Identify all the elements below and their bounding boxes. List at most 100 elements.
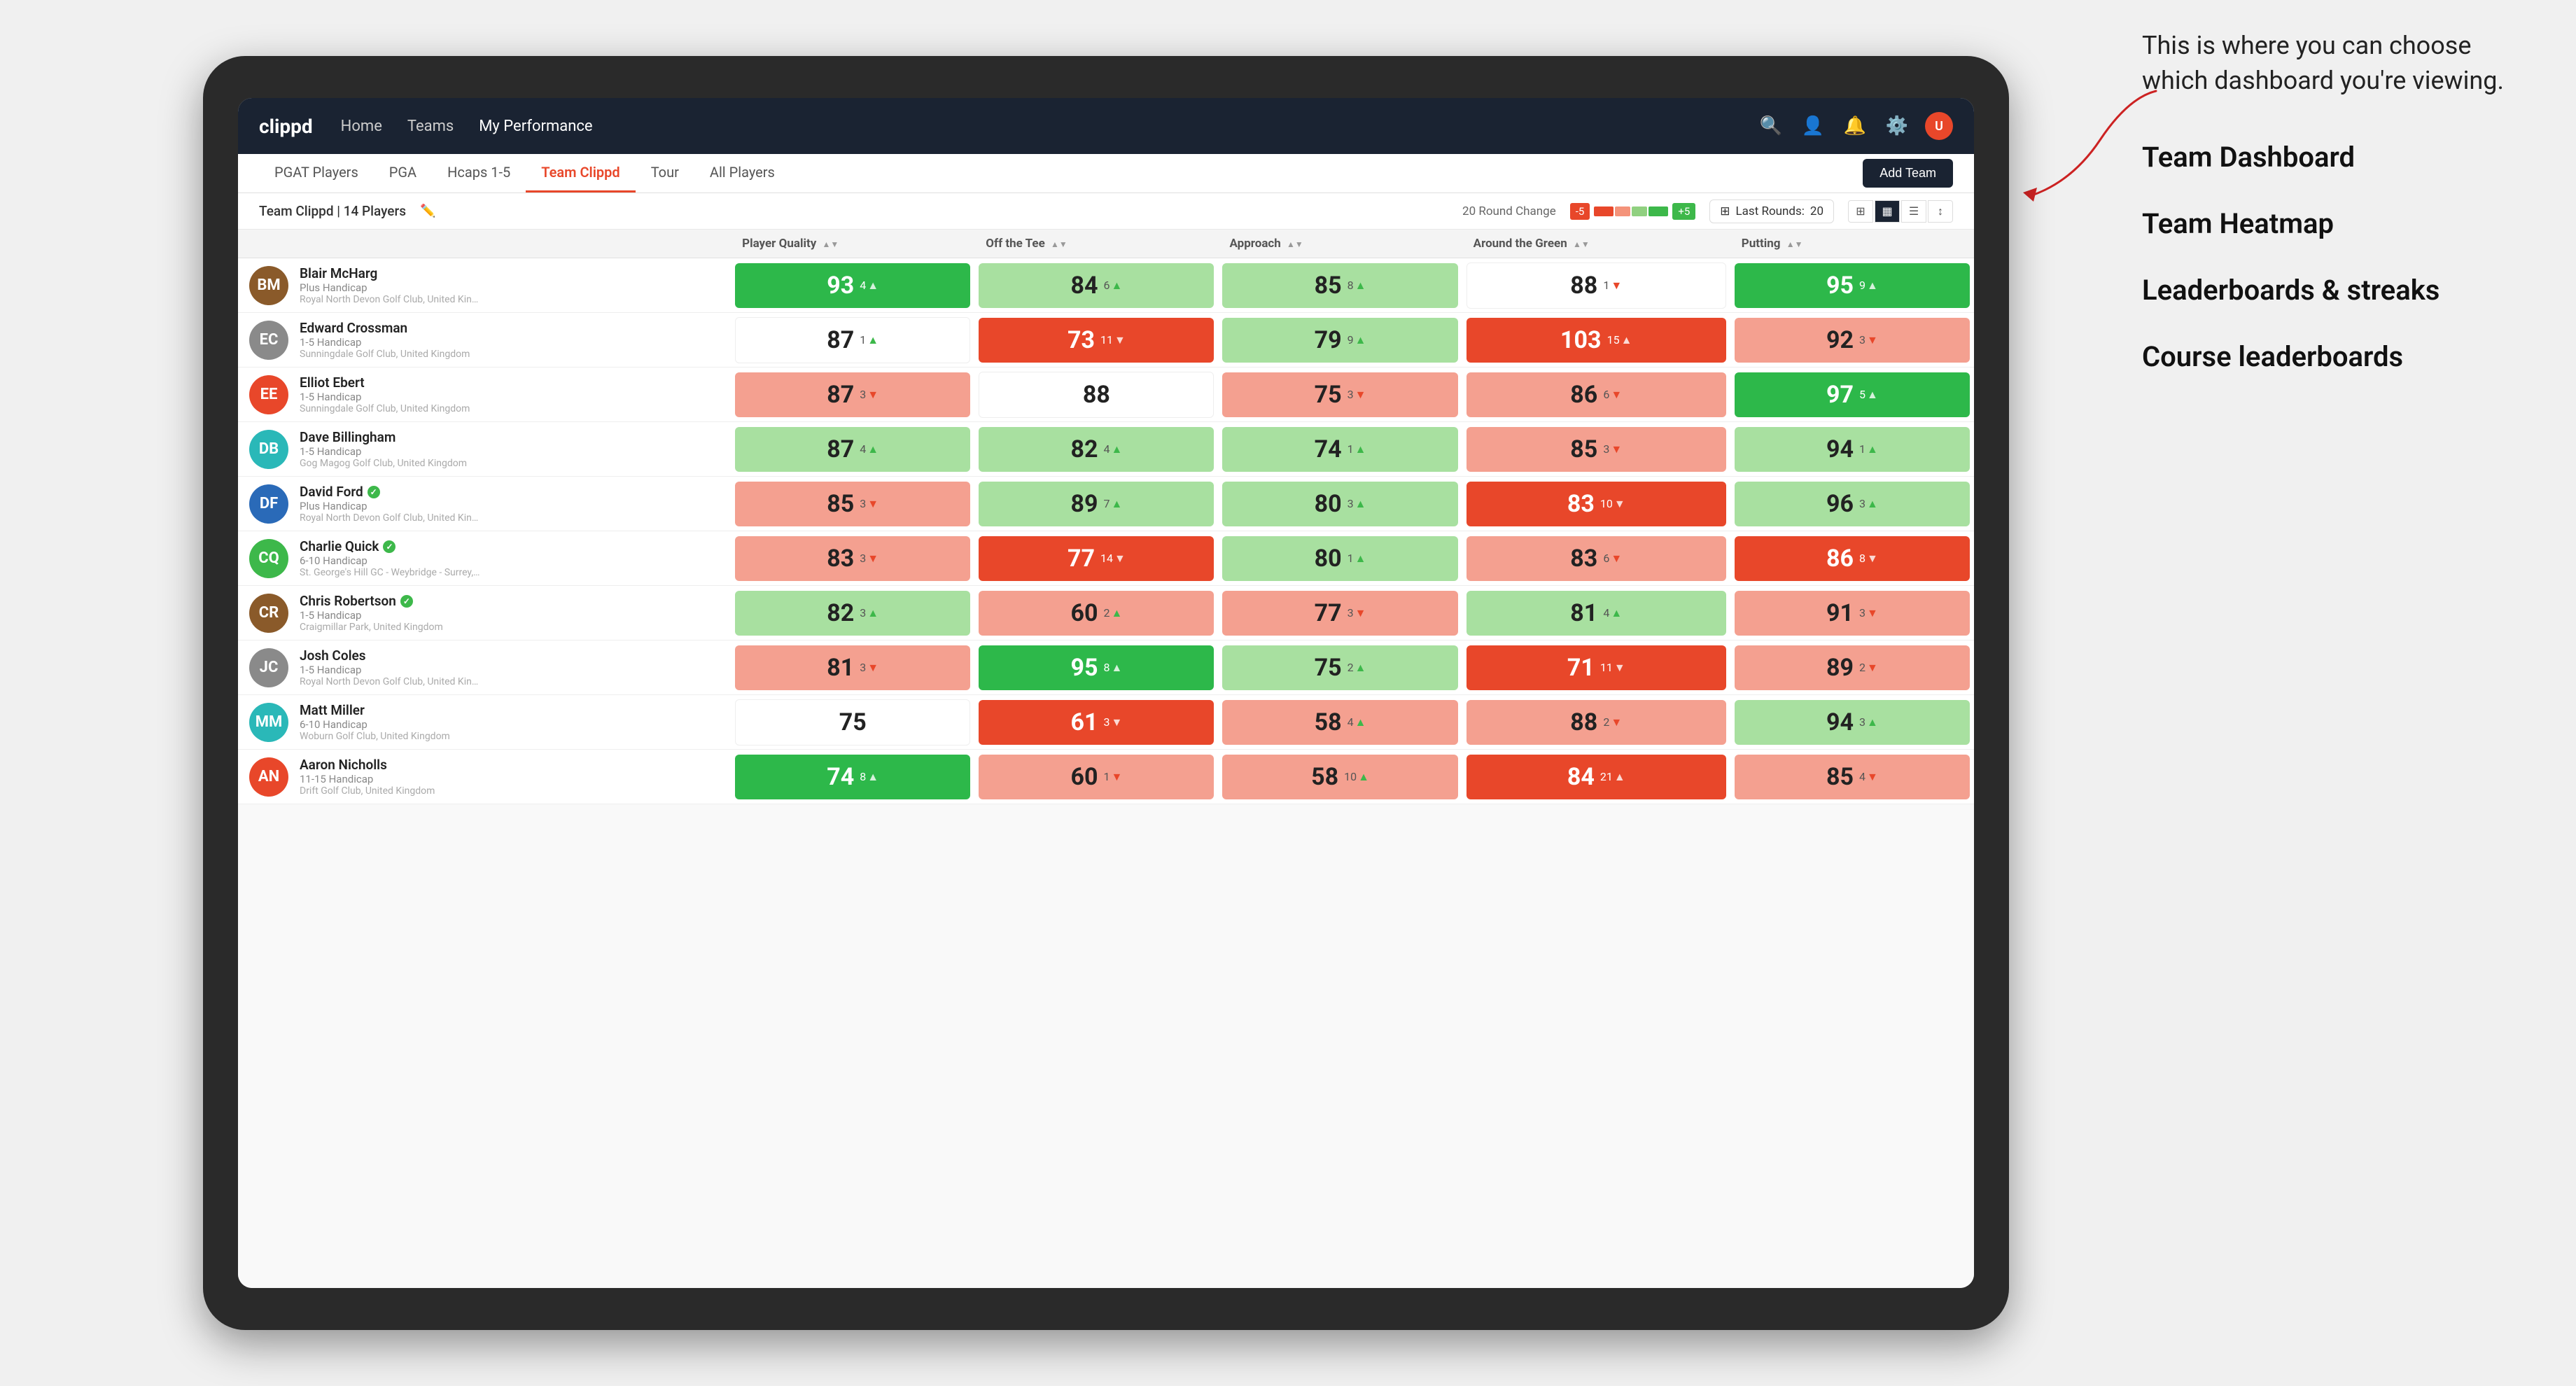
table-row: EC Edward Crossman 1-5 Handicap Sunningd… — [238, 313, 1974, 368]
player-cell-8[interactable]: MM Matt Miller 6-10 Handicap Woburn Golf… — [238, 695, 731, 750]
score-cell-off_tee-2: 88 — [974, 368, 1218, 422]
player-info: Aaron Nicholls 11-15 Handicap Drift Golf… — [300, 757, 435, 797]
score-value: 80 — [1315, 545, 1342, 573]
score-box: 61 3▼ — [979, 700, 1214, 745]
score-change: 3▼ — [860, 388, 878, 402]
col-header-off-tee[interactable]: Off the Tee ▲▼ — [974, 230, 1218, 258]
view-grid-toggle[interactable]: ⊞ — [1848, 200, 1873, 223]
annotation-item-3: Leaderboards & streaks — [2142, 274, 2534, 307]
score-cell-putting-0: 95 9▲ — [1730, 258, 1974, 313]
score-cell-off_tee-8: 61 3▼ — [974, 695, 1218, 750]
tab-team-clippd[interactable]: Team Clippd — [526, 154, 635, 192]
player-name: Edward Crossman — [300, 320, 470, 336]
score-cell-around_green-1: 103 15▲ — [1462, 313, 1730, 368]
verified-badge: ✓ — [383, 540, 396, 553]
player-avatar: CR — [249, 594, 288, 633]
score-value: 77 — [1315, 599, 1342, 627]
score-box: 88 1▼ — [1466, 262, 1726, 309]
avatar[interactable]: U — [1925, 112, 1953, 140]
player-avatar: BM — [249, 266, 288, 305]
player-cell-3[interactable]: DB Dave Billingham 1-5 Handicap Gog Mago… — [238, 422, 731, 477]
nav-teams[interactable]: Teams — [407, 118, 454, 135]
score-change: 1▼ — [1103, 770, 1122, 784]
score-box: 83 6▼ — [1466, 536, 1726, 581]
score-value: 60 — [1070, 763, 1098, 791]
logo-text: clippd — [259, 115, 313, 138]
bell-icon[interactable]: 🔔 — [1841, 112, 1869, 140]
score-box: 88 — [979, 372, 1214, 418]
view-table-toggle[interactable]: ▦ — [1875, 200, 1900, 223]
score-change: 3▼ — [1348, 388, 1366, 402]
score-cell-around_green-9: 84 21▲ — [1462, 750, 1730, 804]
tab-tour[interactable]: Tour — [636, 154, 694, 192]
sub-nav: PGAT Players PGA Hcaps 1-5 Team Clippd T… — [238, 154, 1974, 193]
score-box: 58 10▲ — [1222, 755, 1457, 799]
col-header-player-quality[interactable]: Player Quality ▲▼ — [731, 230, 974, 258]
edit-icon[interactable]: ✏️ — [420, 204, 435, 218]
score-value: 95 — [1070, 654, 1098, 682]
score-change: 2▼ — [1603, 715, 1622, 729]
player-cell-2[interactable]: EE Elliot Ebert 1-5 Handicap Sunningdale… — [238, 368, 731, 422]
table-row: CQ Charlie Quick ✓ 6-10 Handicap St. Geo… — [238, 531, 1974, 586]
player-handicap: 1-5 Handicap — [300, 609, 443, 622]
tab-hcaps[interactable]: Hcaps 1-5 — [432, 154, 526, 192]
score-value: 96 — [1826, 490, 1854, 518]
annotation-list: Team Dashboard Team Heatmap Leaderboards… — [2142, 141, 2534, 373]
settings-icon[interactable]: ⚙️ — [1883, 112, 1911, 140]
player-cell-6[interactable]: CR Chris Robertson ✓ 1-5 Handicap Craigm… — [238, 586, 731, 640]
tab-all-players[interactable]: All Players — [694, 154, 790, 192]
player-name: Blair McHarg — [300, 265, 482, 281]
score-change: 1▲ — [1348, 552, 1366, 566]
last-rounds-button[interactable]: ⊞ Last Rounds: 20 — [1709, 200, 1834, 223]
tab-pgat-players[interactable]: PGAT Players — [259, 154, 374, 192]
col-header-around-green[interactable]: Around the Green ▲▼ — [1462, 230, 1730, 258]
user-icon[interactable]: 👤 — [1799, 112, 1827, 140]
search-icon[interactable]: 🔍 — [1757, 112, 1785, 140]
score-cell-approach-9: 58 10▲ — [1218, 750, 1462, 804]
player-info: Chris Robertson ✓ 1-5 Handicap Craigmill… — [300, 593, 443, 633]
score-value: 79 — [1315, 326, 1342, 354]
col-header-approach[interactable]: Approach ▲▼ — [1218, 230, 1462, 258]
player-name: David Ford ✓ — [300, 484, 482, 500]
player-cell-5[interactable]: CQ Charlie Quick ✓ 6-10 Handicap St. Geo… — [238, 531, 731, 586]
player-cell-7[interactable]: JC Josh Coles 1-5 Handicap Royal North D… — [238, 640, 731, 695]
player-handicap: Plus Handicap — [300, 281, 482, 294]
nav-home[interactable]: Home — [341, 118, 382, 135]
add-team-button[interactable]: Add Team — [1863, 159, 1953, 188]
score-cell-player_quality-6: 82 3▲ — [731, 586, 974, 640]
score-change: 3▲ — [1859, 715, 1878, 729]
view-chart-toggle[interactable]: ☰ — [1901, 200, 1926, 223]
tab-pga[interactable]: PGA — [374, 154, 432, 192]
score-value: 74 — [827, 763, 854, 791]
player-cell-9[interactable]: AN Aaron Nicholls 11-15 Handicap Drift G… — [238, 750, 731, 804]
score-value: 97 — [1826, 381, 1854, 409]
sort-arrow-green: ▲▼ — [1573, 239, 1590, 249]
score-cell-around_green-3: 85 3▼ — [1462, 422, 1730, 477]
col-header-putting[interactable]: Putting ▲▼ — [1730, 230, 1974, 258]
score-cell-player_quality-5: 83 3▼ — [731, 531, 974, 586]
player-cell-0[interactable]: BM Blair McHarg Plus Handicap Royal Nort… — [238, 258, 731, 313]
score-box: 73 11▼ — [979, 318, 1214, 363]
score-cell-around_green-7: 71 11▼ — [1462, 640, 1730, 695]
score-box: 79 9▲ — [1222, 318, 1457, 363]
view-filter-toggle[interactable]: ↕ — [1928, 200, 1953, 223]
nav-links: Home Teams My Performance — [341, 118, 1757, 135]
score-value: 87 — [827, 435, 854, 463]
score-box: 89 7▲ — [979, 482, 1214, 526]
nav-my-performance[interactable]: My Performance — [479, 118, 592, 135]
player-cell-1[interactable]: EC Edward Crossman 1-5 Handicap Sunningd… — [238, 313, 731, 368]
player-club: Sunningdale Golf Club, United Kingdom — [300, 403, 470, 414]
score-box: 85 3▼ — [1466, 427, 1726, 472]
score-box: 77 14▼ — [979, 536, 1214, 581]
score-change: 10▼ — [1600, 497, 1625, 511]
score-change: 1▲ — [860, 333, 878, 347]
player-name: Josh Coles — [300, 648, 482, 664]
player-cell-4[interactable]: DF David Ford ✓ Plus Handicap Royal Nort… — [238, 477, 731, 531]
score-cell-player_quality-0: 93 4▲ — [731, 258, 974, 313]
player-club: Royal North Devon Golf Club, United King… — [300, 676, 482, 687]
score-value: 60 — [1070, 599, 1098, 627]
change-bar-visual — [1594, 206, 1668, 216]
score-cell-off_tee-5: 77 14▼ — [974, 531, 1218, 586]
score-value: 86 — [1826, 545, 1854, 573]
table-row: BM Blair McHarg Plus Handicap Royal Nort… — [238, 258, 1974, 313]
